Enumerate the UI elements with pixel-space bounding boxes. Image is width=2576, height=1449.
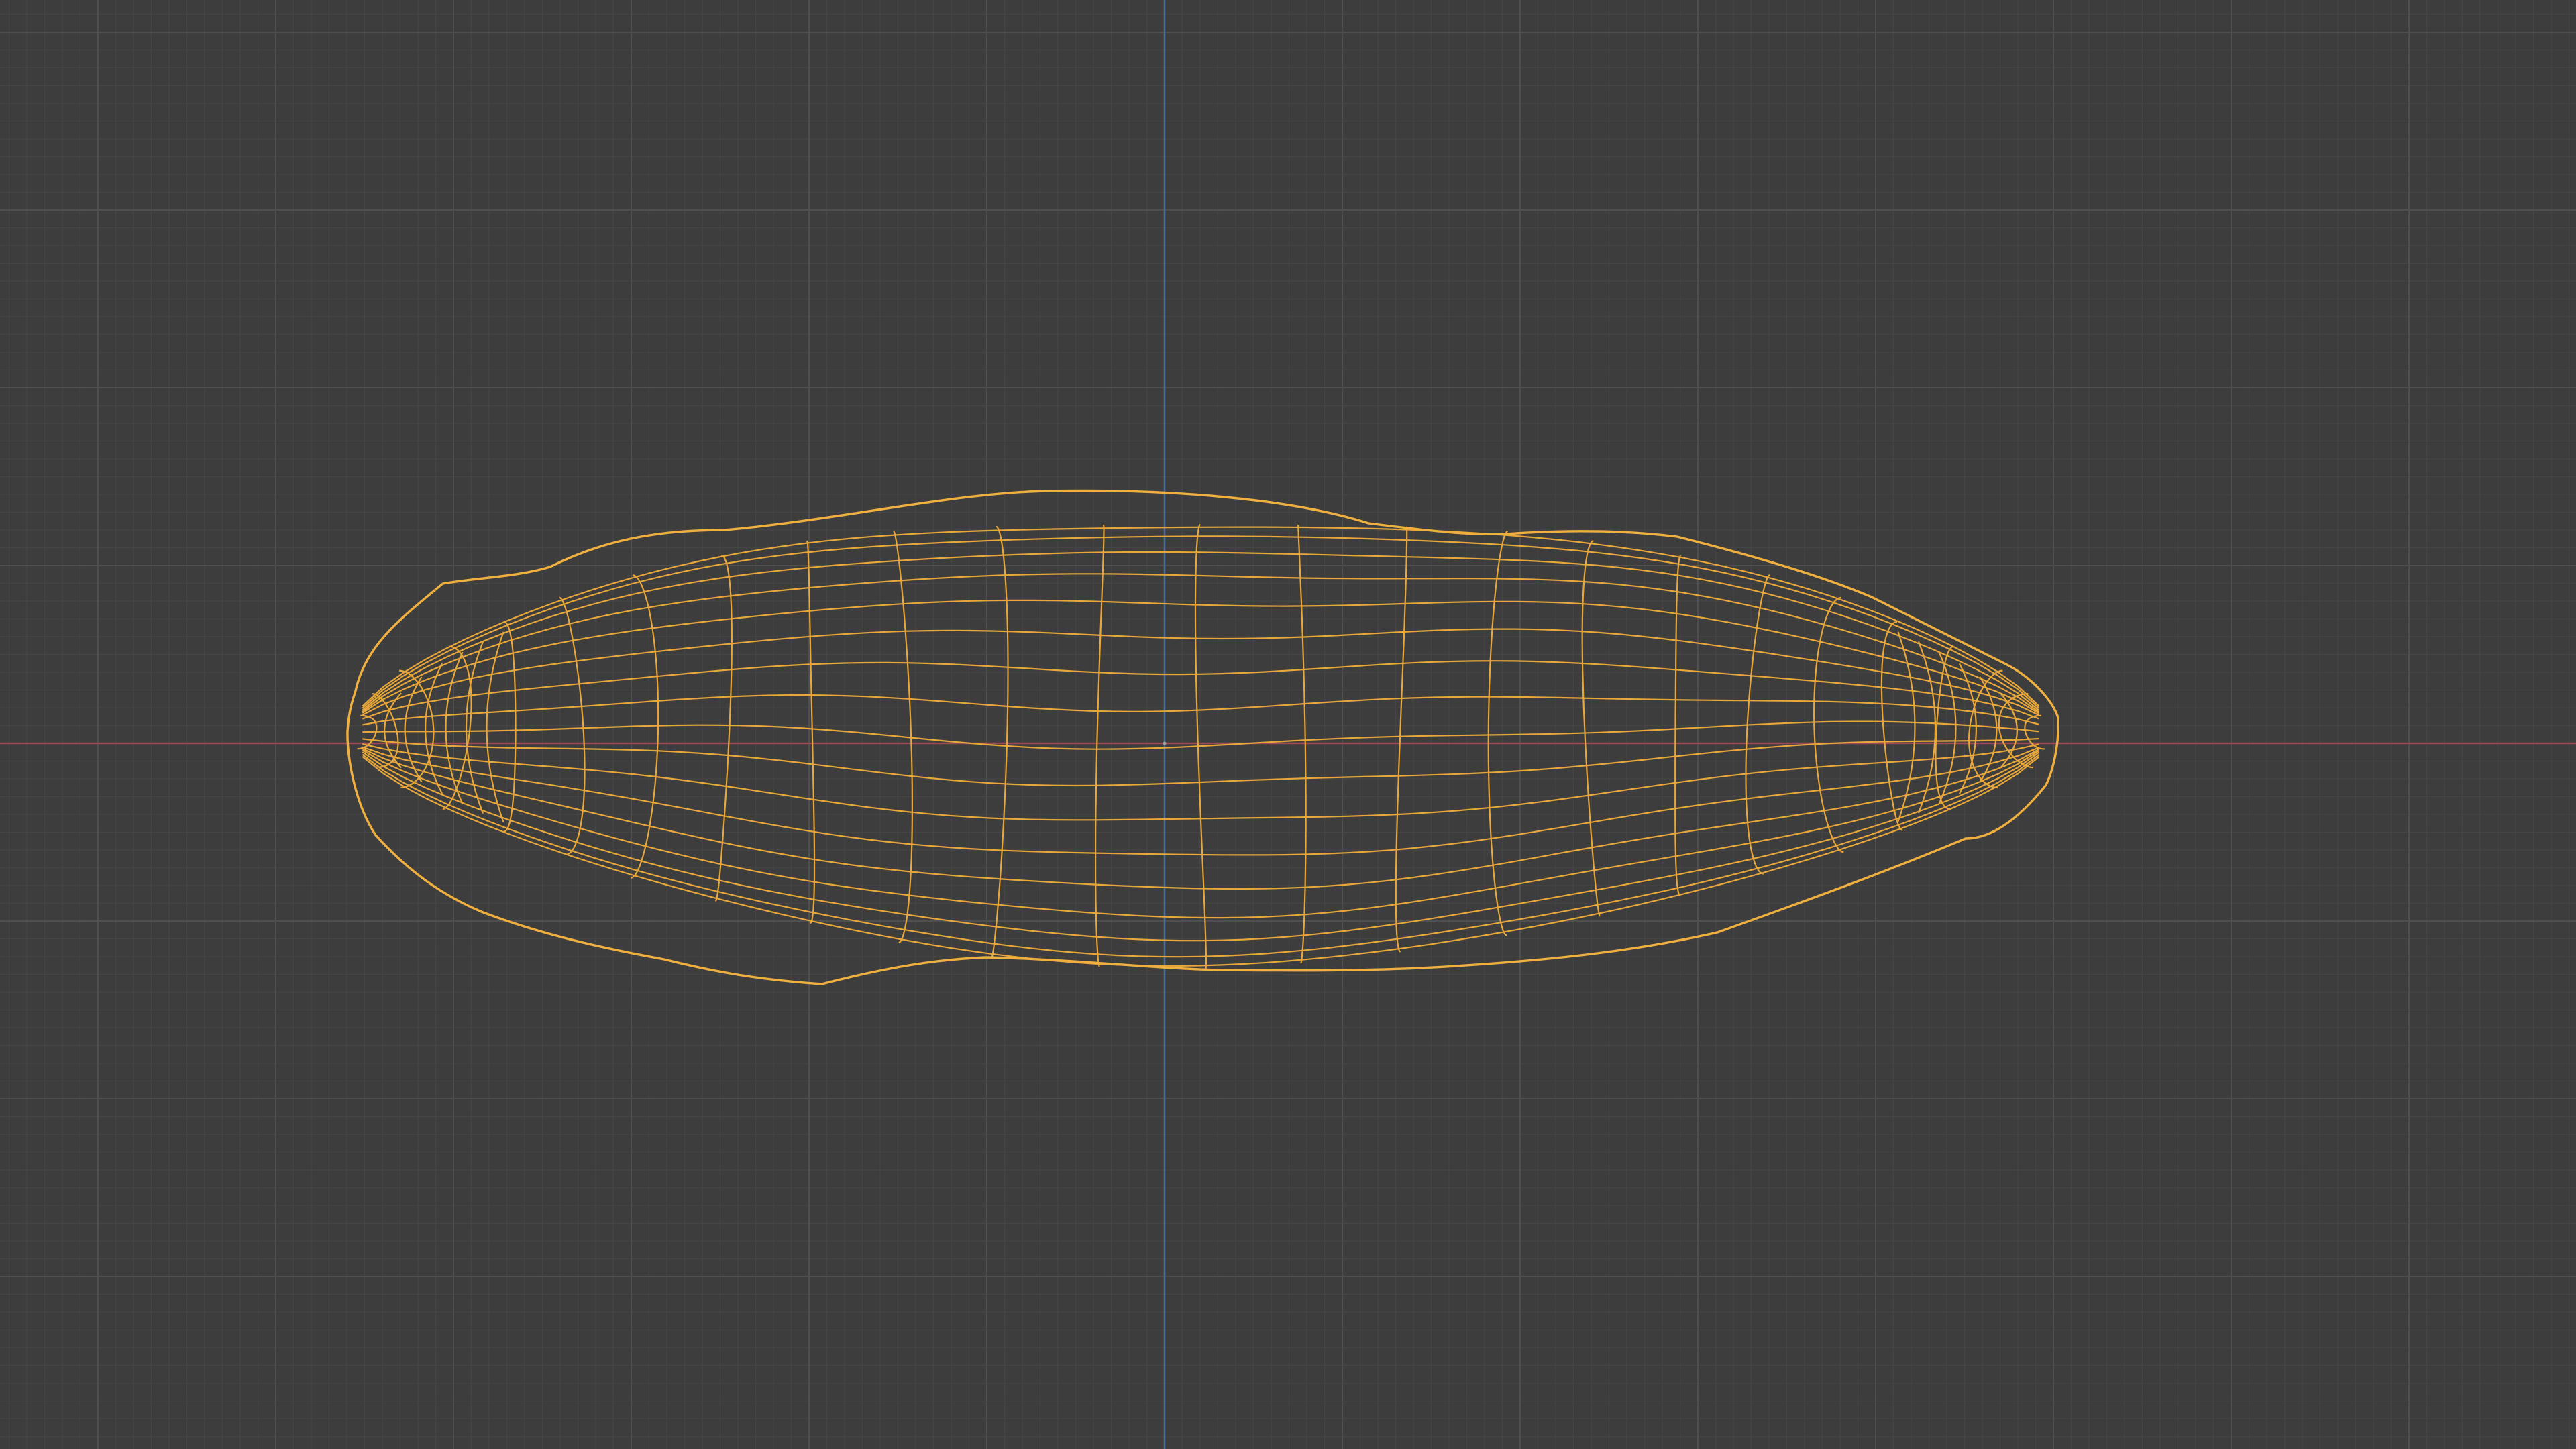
mesh-edge-loop <box>362 753 2040 958</box>
mesh-edge-ring <box>559 596 586 855</box>
mesh-edge-loop <box>362 756 2040 967</box>
mesh-edge-ring <box>1487 530 1508 936</box>
mesh-silhouette[interactable] <box>346 489 2059 985</box>
mesh-edge-ring <box>1395 526 1408 953</box>
mesh-edge-loop <box>362 751 2040 942</box>
mesh-edge-loop <box>362 746 2040 856</box>
mesh-edge-ring <box>806 540 816 924</box>
mesh-edge-loop <box>362 694 2039 726</box>
grid-major-lines <box>0 0 2576 1449</box>
mesh-edge-ring <box>991 525 1009 959</box>
mesh-edge-ring <box>442 645 472 810</box>
mesh-edge-ring <box>1095 524 1105 967</box>
viewport-canvas[interactable] <box>0 0 2576 1449</box>
mesh-end-cap-edge <box>465 641 484 814</box>
mesh-edge-loop <box>362 535 2040 709</box>
grid-minor-lines <box>0 0 2576 1449</box>
3d-viewport[interactable] <box>0 0 2576 1449</box>
mesh-edge-ring <box>1813 596 1844 853</box>
object-origin-icon[interactable] <box>1163 741 1167 745</box>
mesh-edge-loop <box>362 573 2040 713</box>
mesh-end-cap-edge <box>1938 651 1957 804</box>
mesh-edge-loops[interactable] <box>362 526 2040 967</box>
mesh-edge-ring <box>714 555 733 902</box>
mesh-end-cap-edge <box>384 692 402 769</box>
mesh-wireframe[interactable] <box>346 489 2059 985</box>
